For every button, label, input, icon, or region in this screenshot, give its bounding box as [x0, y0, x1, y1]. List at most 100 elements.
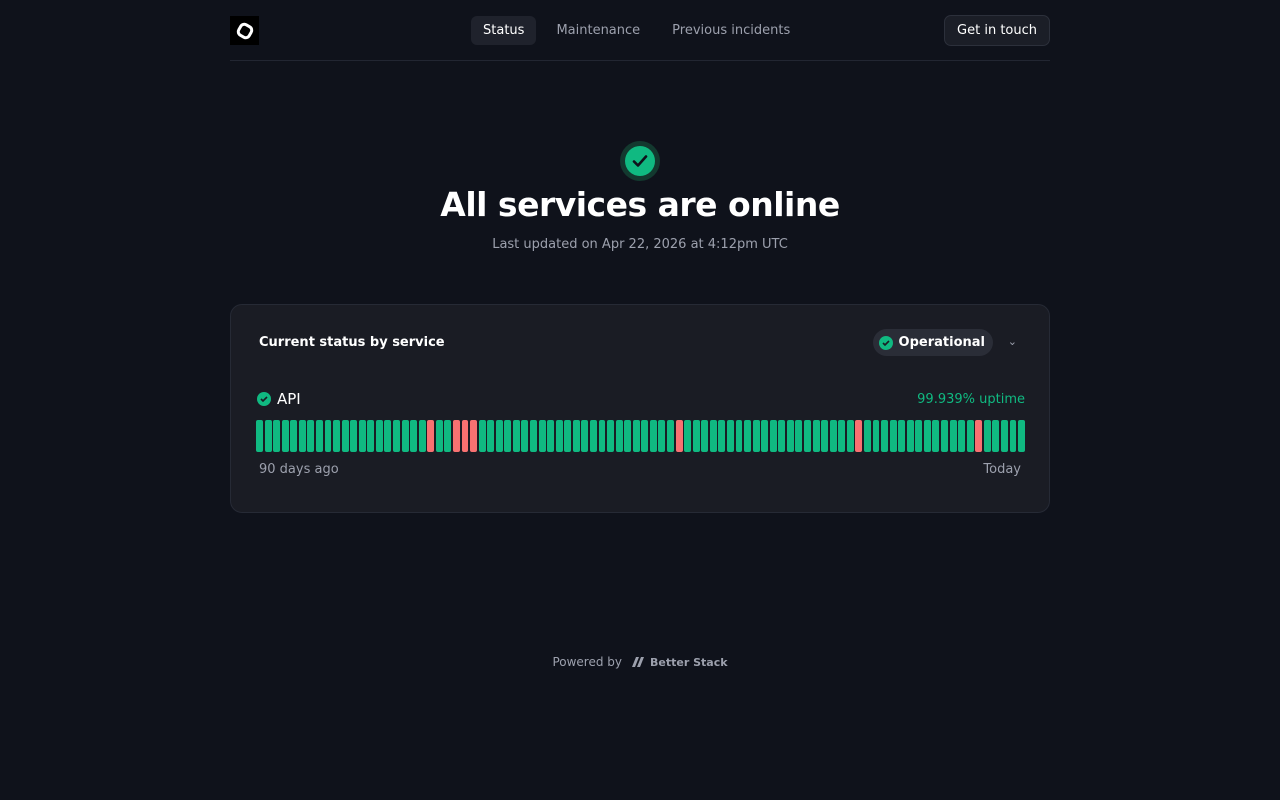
day-bar[interactable]: [992, 420, 1000, 452]
day-bar[interactable]: [547, 420, 555, 452]
day-bar[interactable]: [881, 420, 889, 452]
day-bar[interactable]: [821, 420, 829, 452]
day-bar[interactable]: [649, 420, 657, 452]
logo[interactable]: [230, 16, 259, 45]
day-bar[interactable]: [1018, 420, 1026, 452]
day-bar[interactable]: [495, 420, 503, 452]
last-updated: Last updated on Apr 22, 2026 at 4:12pm U…: [492, 237, 788, 252]
day-bar[interactable]: [555, 420, 563, 452]
day-bar[interactable]: [641, 420, 649, 452]
day-bar[interactable]: [504, 420, 512, 452]
day-bar[interactable]: [667, 420, 674, 452]
day-bar[interactable]: [375, 420, 383, 452]
tab-status[interactable]: Status: [471, 16, 537, 45]
day-bar[interactable]: [358, 420, 366, 452]
day-bar[interactable]: [786, 420, 794, 452]
chevron-down-icon[interactable]: ⌄: [1008, 335, 1017, 348]
day-bar[interactable]: [795, 420, 803, 452]
day-bar-incident[interactable]: [461, 420, 469, 452]
day-bar[interactable]: [538, 420, 546, 452]
day-bar[interactable]: [906, 420, 914, 452]
day-bar[interactable]: [315, 420, 323, 452]
day-bar[interactable]: [889, 420, 897, 452]
day-bar[interactable]: [367, 420, 375, 452]
day-bar[interactable]: [393, 420, 400, 452]
day-bar[interactable]: [1009, 420, 1017, 452]
day-bar[interactable]: [726, 420, 734, 452]
day-bar[interactable]: [512, 420, 520, 452]
day-bar[interactable]: [256, 420, 263, 452]
day-bar[interactable]: [966, 420, 974, 452]
day-bar[interactable]: [701, 420, 709, 452]
day-bar-incident[interactable]: [452, 420, 460, 452]
day-bar[interactable]: [350, 420, 358, 452]
day-bar[interactable]: [923, 420, 931, 452]
day-bar[interactable]: [290, 420, 298, 452]
tab-previous-incidents[interactable]: Previous incidents: [660, 16, 802, 45]
day-bar[interactable]: [735, 420, 743, 452]
get-in-touch-button[interactable]: Get in touch: [944, 15, 1050, 46]
day-bar[interactable]: [410, 420, 418, 452]
day-bar[interactable]: [401, 420, 409, 452]
day-bar[interactable]: [298, 420, 306, 452]
day-bar[interactable]: [941, 420, 948, 452]
day-bar[interactable]: [709, 420, 717, 452]
day-bar[interactable]: [778, 420, 786, 452]
tab-maintenance[interactable]: Maintenance: [544, 16, 652, 45]
day-bar[interactable]: [598, 420, 606, 452]
day-bar[interactable]: [581, 420, 589, 452]
day-bar[interactable]: [273, 420, 281, 452]
day-bar[interactable]: [564, 420, 572, 452]
day-bar[interactable]: [718, 420, 726, 452]
day-bar[interactable]: [418, 420, 426, 452]
day-bar[interactable]: [658, 420, 666, 452]
day-bar[interactable]: [932, 420, 940, 452]
day-bar[interactable]: [444, 420, 452, 452]
status-label: Operational: [898, 335, 985, 350]
day-bar-incident[interactable]: [470, 420, 478, 452]
day-bar-incident[interactable]: [975, 420, 983, 452]
day-bar[interactable]: [530, 420, 537, 452]
day-bar[interactable]: [898, 420, 906, 452]
day-bar[interactable]: [572, 420, 580, 452]
day-bar[interactable]: [863, 420, 871, 452]
day-bar[interactable]: [324, 420, 332, 452]
betterstack-link[interactable]: Better Stack: [632, 656, 728, 669]
day-bar[interactable]: [607, 420, 615, 452]
day-bar-incident[interactable]: [855, 420, 863, 452]
day-bar[interactable]: [435, 420, 443, 452]
day-bar[interactable]: [761, 420, 769, 452]
day-bar[interactable]: [521, 420, 529, 452]
day-bar[interactable]: [958, 420, 966, 452]
day-bar[interactable]: [624, 420, 632, 452]
day-bar[interactable]: [804, 420, 811, 452]
day-bar[interactable]: [632, 420, 640, 452]
day-bar[interactable]: [769, 420, 777, 452]
day-bar[interactable]: [333, 420, 341, 452]
day-bar[interactable]: [478, 420, 486, 452]
day-bar[interactable]: [915, 420, 923, 452]
day-bar[interactable]: [846, 420, 854, 452]
day-bar[interactable]: [684, 420, 692, 452]
day-bar[interactable]: [752, 420, 760, 452]
day-bar[interactable]: [983, 420, 991, 452]
day-bar[interactable]: [487, 420, 495, 452]
day-bar[interactable]: [692, 420, 700, 452]
status-badge[interactable]: Operational: [872, 329, 993, 356]
day-bar[interactable]: [872, 420, 880, 452]
day-bar[interactable]: [1000, 420, 1008, 452]
day-bar[interactable]: [744, 420, 752, 452]
day-bar[interactable]: [949, 420, 957, 452]
day-bar[interactable]: [589, 420, 597, 452]
day-bar[interactable]: [307, 420, 315, 452]
day-bar[interactable]: [615, 420, 623, 452]
day-bar[interactable]: [384, 420, 392, 452]
day-bar-incident[interactable]: [427, 420, 435, 452]
day-bar[interactable]: [264, 420, 272, 452]
day-bar[interactable]: [838, 420, 846, 452]
day-bar[interactable]: [281, 420, 289, 452]
day-bar[interactable]: [341, 420, 349, 452]
day-bar[interactable]: [829, 420, 837, 452]
day-bar-incident[interactable]: [675, 420, 683, 452]
day-bar[interactable]: [812, 420, 820, 452]
